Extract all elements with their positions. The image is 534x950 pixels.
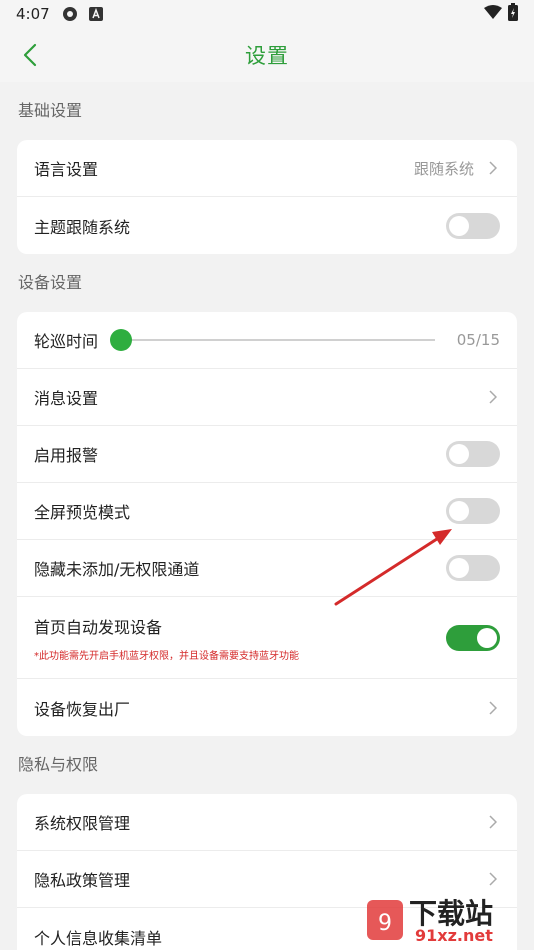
enable-alarm-label: 启用报警 — [34, 446, 99, 465]
status-time: 4:07 — [16, 5, 50, 23]
toggle-knob — [449, 501, 469, 521]
section-title-privacy: 隐私与权限 — [18, 755, 99, 774]
status-bar: 4:07 — [0, 0, 534, 28]
message-settings-row[interactable]: 消息设置 — [17, 369, 517, 426]
top-app-bar: 设置 — [0, 28, 534, 82]
watermark-logo: 9 下载站 91xz.net — [359, 890, 534, 950]
theme-toggle[interactable] — [446, 212, 500, 239]
patrol-time-row: 轮巡时间 05/15 — [17, 312, 517, 369]
auto-discover-note: *此功能需先开启手机蓝牙权限，并且设备需要支持蓝牙功能 — [34, 650, 299, 662]
auto-discover-label: 首页自动发现设备 — [34, 617, 163, 637]
section-title-device: 设备设置 — [18, 273, 83, 292]
page-title: 设置 — [245, 44, 289, 68]
hide-channels-toggle[interactable] — [446, 555, 500, 581]
toggle-knob — [477, 627, 497, 648]
battery-icon — [508, 3, 518, 25]
auto-discover-row: 首页自动发现设备 *此功能需先开启手机蓝牙权限，并且设备需要支持蓝牙功能 — [17, 597, 517, 679]
patrol-time-slider[interactable] — [110, 329, 435, 351]
privacy-policy-label: 隐私政策管理 — [34, 871, 131, 890]
slider-thumb[interactable] — [110, 329, 133, 351]
theme-label: 主题跟随系统 — [34, 217, 131, 237]
basic-settings-card: 语言设置 跟随系统 主题跟随系统 — [17, 140, 517, 254]
theme-follow-system-row: 主题跟随系统 — [17, 197, 517, 254]
chevron-right-icon — [486, 158, 500, 178]
hide-channels-row: 隐藏未添加/无权限通道 — [17, 540, 517, 597]
device-settings-card: 轮巡时间 05/15 消息设置 启用报警 全屏预览模式 隐藏未添加/无权限通道 … — [17, 312, 517, 736]
enable-alarm-row: 启用报警 — [17, 426, 517, 483]
patrol-time-label: 轮巡时间 — [34, 332, 99, 351]
wifi-icon — [484, 5, 502, 23]
language-label: 语言设置 — [34, 160, 99, 179]
app-notification-icon — [62, 6, 78, 22]
personal-info-list-label: 个人信息收集清单 — [34, 928, 163, 948]
patrol-time-value: 05/15 — [456, 331, 500, 349]
watermark-site: 91xz.net — [415, 926, 493, 945]
svg-text:9: 9 — [378, 911, 392, 936]
a-notification-icon — [88, 6, 104, 22]
system-permissions-row[interactable]: 系统权限管理 — [17, 794, 517, 851]
chevron-right-icon — [486, 698, 500, 718]
fullscreen-preview-label: 全屏预览模式 — [34, 503, 131, 522]
auto-discover-toggle[interactable] — [446, 624, 500, 651]
language-value: 跟随系统 — [413, 159, 474, 178]
toggle-knob — [449, 215, 469, 236]
chevron-right-icon — [486, 812, 500, 832]
fullscreen-preview-toggle[interactable] — [446, 498, 500, 524]
language-setting-row[interactable]: 语言设置 跟随系统 — [17, 140, 517, 197]
message-settings-label: 消息设置 — [34, 389, 99, 408]
section-title-basic: 基础设置 — [18, 101, 83, 120]
toggle-knob — [449, 444, 469, 464]
back-arrow-icon[interactable] — [14, 39, 46, 71]
hide-channels-label: 隐藏未添加/无权限通道 — [34, 560, 200, 579]
chevron-right-icon — [486, 387, 500, 407]
toggle-knob — [449, 558, 469, 578]
enable-alarm-toggle[interactable] — [446, 441, 500, 467]
factory-reset-row[interactable]: 设备恢复出厂 — [17, 679, 517, 736]
chevron-right-icon — [486, 869, 500, 889]
system-permissions-label: 系统权限管理 — [34, 814, 131, 833]
fullscreen-preview-row: 全屏预览模式 — [17, 483, 517, 540]
factory-reset-label: 设备恢复出厂 — [34, 699, 131, 719]
